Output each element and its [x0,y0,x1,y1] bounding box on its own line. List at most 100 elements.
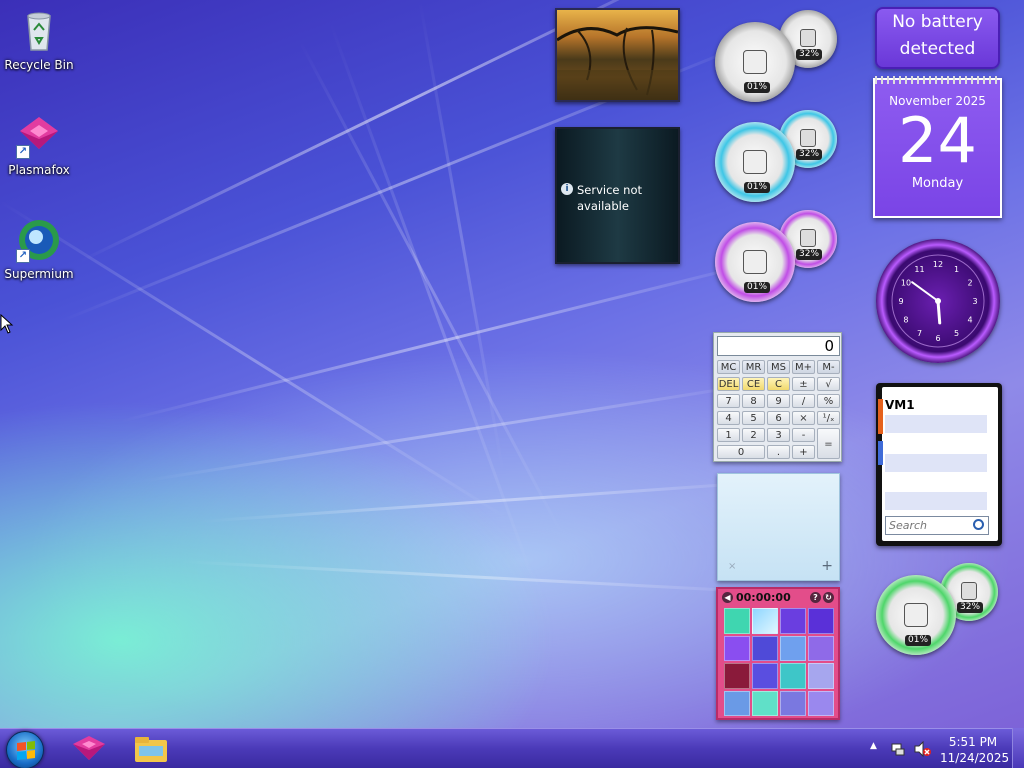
volume-muted-icon[interactable] [913,741,931,757]
calc-key-mminus[interactable]: M- [817,360,840,374]
calc-key-percent[interactable]: % [817,394,840,408]
calc-key-sqrt[interactable]: √ [817,377,840,391]
calc-key-del[interactable]: DEL [717,377,740,391]
feed-status-message: Service not available [577,183,642,213]
puzzle-tile[interactable] [780,635,806,661]
calculator-display: 0 [717,336,840,356]
puzzle-tile[interactable] [808,608,834,634]
calc-key-c[interactable]: C [767,377,790,391]
calc-key-7[interactable]: 7 [717,394,740,408]
calc-key-1[interactable]: 1 [717,428,740,442]
mouse-cursor-icon [0,314,14,334]
contacts-search-input[interactable]: Search [885,516,989,535]
puzzle-tile[interactable] [752,608,778,634]
puzzle-tile[interactable] [752,663,778,689]
puzzle-tile[interactable] [752,635,778,661]
show-desktop-button[interactable] [1012,728,1024,768]
calc-key-8[interactable]: 8 [742,394,765,408]
picture-puzzle-gadget[interactable]: ◀ 00:00:00 ? ↻ [716,587,840,720]
calc-key-4[interactable]: 4 [717,411,740,425]
taskbar-explorer-button[interactable] [127,732,175,766]
calc-key-2[interactable]: 2 [742,428,765,442]
desktop-icon-recycle-bin[interactable]: Recycle Bin [1,8,77,72]
delete-note-button[interactable]: × [728,561,736,572]
calc-key-reciprocal[interactable]: ¹/ₓ [817,411,840,425]
calc-key-minus[interactable]: - [792,428,815,442]
contact-row[interactable] [885,415,987,433]
battery-status-gadget[interactable]: No battery detected [875,7,1000,69]
puzzle-tile[interactable] [752,690,778,716]
puzzle-tile[interactable] [724,690,750,716]
calc-key-multiply[interactable]: × [792,411,815,425]
cpu-chip-icon [904,603,928,627]
cpu-meter-gadget[interactable]: 32% 01% [715,210,840,302]
calc-key-mplus[interactable]: M+ [792,360,815,374]
puzzle-timer: 00:00:00 [736,590,791,604]
desktop-icon-plasmafox[interactable]: ↗ Plasmafox [1,113,77,177]
clock-numeral: 6 [935,334,940,343]
calc-key-divide[interactable]: / [792,394,815,408]
puzzle-tile[interactable] [808,663,834,689]
show-hidden-icons-button[interactable]: ▲ [870,741,877,751]
pause-icon[interactable]: ◀ [722,591,733,603]
contact-row[interactable] [885,473,987,491]
cpu-meter-gadget[interactable]: 32% 01% [876,563,1001,655]
cpu-chip-icon [743,150,767,174]
calc-key-mc[interactable]: MC [717,360,740,374]
taskbar-date: 11/24/2025 [940,751,1010,765]
slideshow-gadget[interactable] [555,8,680,102]
analog-clock-gadget[interactable]: 12 1 2 3 4 5 6 7 8 9 10 11 [876,239,1000,363]
puzzle-tile[interactable] [724,635,750,661]
memory-chip-icon [800,29,816,47]
help-icon[interactable]: ? [810,591,821,603]
calc-key-mr[interactable]: MR [742,360,765,374]
contact-row[interactable] [885,454,987,472]
sticky-note-gadget[interactable]: × + [717,473,840,581]
calc-key-plusminus[interactable]: ± [792,377,815,391]
calc-key-9[interactable]: 9 [767,394,790,408]
puzzle-tile[interactable] [780,690,806,716]
contact-row[interactable] [885,492,987,510]
cpu-chip-icon [743,50,767,74]
search-icon[interactable] [973,519,984,530]
cpu-meter-gadget[interactable]: 32% 01% [715,10,840,102]
puzzle-tile[interactable] [808,690,834,716]
calc-key-5[interactable]: 5 [742,411,765,425]
calc-key-6[interactable]: 6 [767,411,790,425]
add-note-button[interactable]: + [821,558,833,574]
clock-face: 121234567891011 [891,254,985,348]
calc-key-decimal[interactable]: . [767,445,790,459]
puzzle-tile[interactable] [808,635,834,661]
search-placeholder: Search [889,519,928,532]
feed-headlines-gadget[interactable]: i Service not available [555,127,680,264]
clock-numeral: 1 [954,265,959,274]
contact-row[interactable] [885,435,987,453]
taskbar-plasmafox-button[interactable] [65,732,113,766]
puzzle-tile[interactable] [780,608,806,634]
contacts-page: VM1 Search [878,387,998,541]
cpu-dial: 01% [876,575,956,655]
puzzle-tile[interactable] [724,608,750,634]
calculator-gadget[interactable]: 0 MC MR MS M+ M- DEL CE C ± √ 7 8 9 / % … [713,332,842,462]
contacts-tab-orange[interactable] [878,399,883,434]
calendar-gadget[interactable]: November 2025 24 Monday [873,76,1002,218]
network-icon[interactable] [890,741,906,757]
start-button[interactable] [6,731,44,768]
memory-percent: 32% [796,149,823,160]
shuffle-icon[interactable]: ↻ [823,591,834,603]
clock-hour-hand [936,299,942,325]
puzzle-tile-empty[interactable] [724,663,750,689]
calc-key-0[interactable]: 0 [717,445,765,459]
calc-key-ce[interactable]: CE [742,377,765,391]
cpu-meter-gadget[interactable]: 32% 01% [715,110,840,202]
calc-key-ms[interactable]: MS [767,360,790,374]
contacts-tab-blue[interactable] [878,441,883,465]
desktop-icon-supermium[interactable]: ↗ Supermium [1,217,77,281]
contacts-gadget[interactable]: VM1 Search [876,383,1002,546]
puzzle-tile[interactable] [780,663,806,689]
calc-key-equals[interactable]: = [817,428,840,459]
calc-key-3[interactable]: 3 [767,428,790,442]
calc-key-plus[interactable]: + [792,445,815,459]
calendar-day: 24 [898,104,977,177]
taskbar-clock[interactable]: 5:51 PM 11/24/2025 [940,734,1010,766]
